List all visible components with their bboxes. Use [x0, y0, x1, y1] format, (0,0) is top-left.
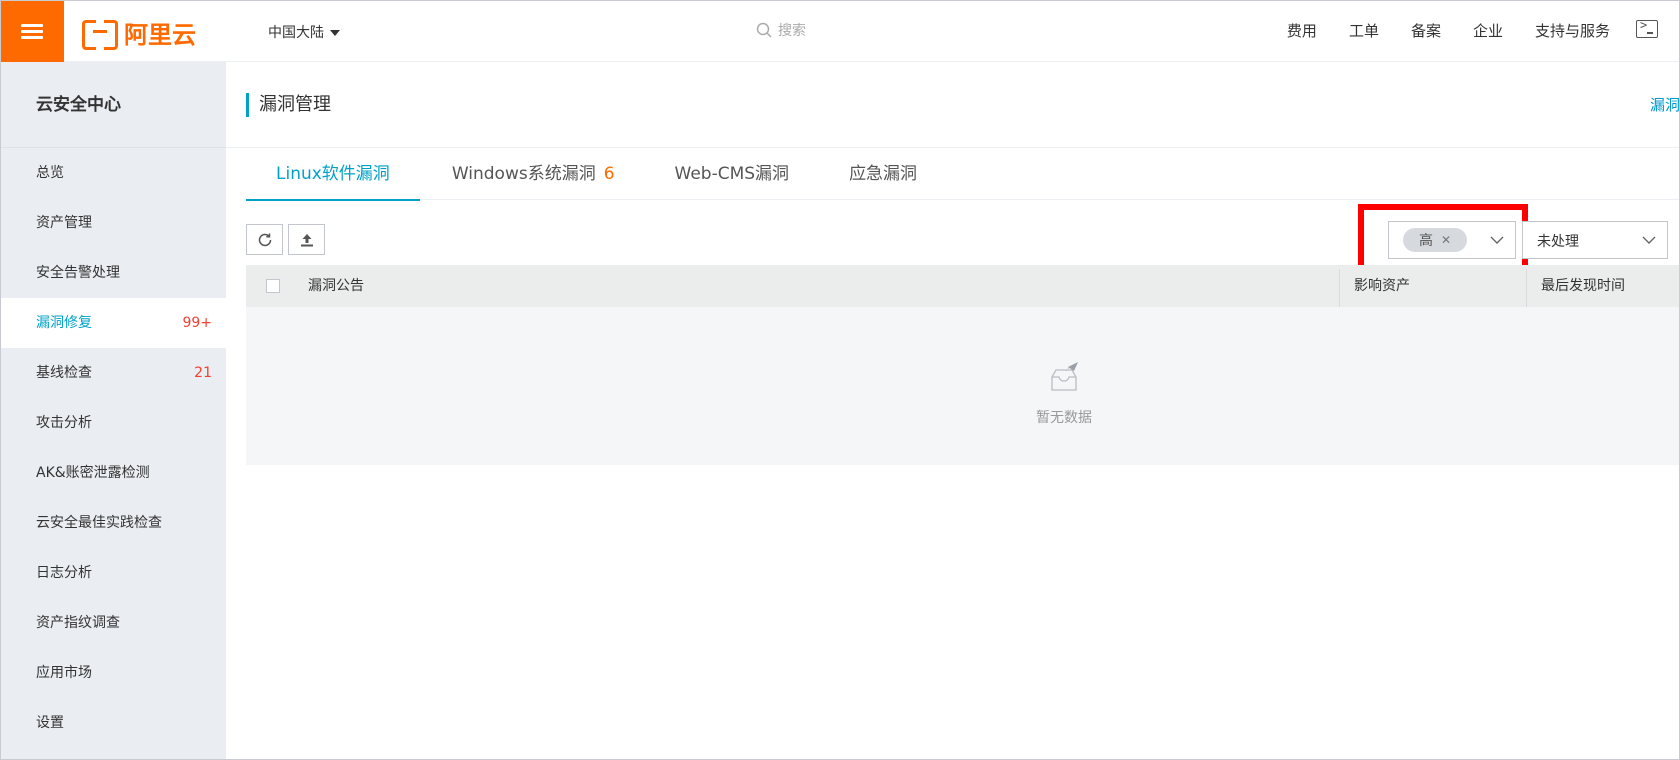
table-header: 漏洞公告 影响资产 最后发现时间 [246, 265, 1680, 307]
region-selector[interactable]: 中国大陆 [268, 22, 340, 42]
vulnerability-table: 漏洞公告 影响资产 最后发现时间 暂无数据 [246, 265, 1680, 465]
select-all-checkbox[interactable] [266, 279, 280, 293]
page-header: 漏洞管理 漏洞修 [226, 62, 1680, 148]
top-link-tickets[interactable]: 工单 [1349, 20, 1379, 41]
sidebar-item-label: 漏洞修复 [36, 315, 92, 331]
tab-label: Web-CMS漏洞 [674, 164, 790, 184]
tab-windows-vulnerabilities[interactable]: Windows系统漏洞 6 [422, 148, 645, 200]
sidebar-item-app-market[interactable]: 应用市场 [0, 648, 226, 698]
sidebar-item-asset-management[interactable]: 资产管理 [0, 198, 226, 248]
upload-icon [300, 233, 313, 246]
top-link-support[interactable]: 支持与服务 [1535, 20, 1610, 41]
main-content: 漏洞管理 漏洞修 Linux软件漏洞 Windows系统漏洞 6 Web-CMS漏… [226, 62, 1680, 760]
sidebar-item-asset-fingerprint[interactable]: 资产指纹调查 [0, 598, 226, 648]
sidebar-item-label: 云安全最佳实践检查 [36, 515, 162, 531]
sidebar-item-ak-leak-detection[interactable]: AK&账密泄露检测 [0, 448, 226, 498]
sidebar-item-settings[interactable]: 设置 [0, 698, 226, 748]
status-filter-select[interactable]: 未处理 [1522, 221, 1668, 259]
count-badge: 21 [194, 365, 212, 381]
tag-close-icon[interactable]: ✕ [1441, 233, 1451, 247]
tab-count-badge: 6 [603, 164, 615, 184]
empty-inbox-icon [1051, 362, 1078, 391]
hamburger-menu-button[interactable] [0, 0, 64, 62]
terminal-icon[interactable] [1636, 18, 1658, 38]
menu-icon [21, 21, 43, 42]
header-link[interactable]: 漏洞修 [1650, 94, 1680, 115]
sidebar-item-label: 日志分析 [36, 565, 92, 581]
severity-filter-select[interactable]: 高 ✕ [1388, 221, 1516, 259]
page-title: 漏洞管理 [246, 93, 331, 117]
top-links: 费用 工单 备案 企业 支持与服务 [1255, 20, 1610, 41]
empty-state-text: 暂无数据 [1036, 410, 1092, 426]
search-placeholder: 搜索 [778, 23, 806, 39]
search-icon [756, 22, 772, 38]
column-divider [1339, 269, 1340, 307]
severity-tag-label: 高 [1418, 233, 1433, 249]
sidebar-item-log-analysis[interactable]: 日志分析 [0, 548, 226, 598]
sidebar-item-label: 基线检查 [36, 365, 92, 381]
sidebar-item-vulnerability-fix[interactable]: 漏洞修复 99+ [0, 298, 226, 348]
sidebar-item-label: 总览 [36, 165, 64, 181]
column-divider [1526, 269, 1527, 307]
sidebar-item-label: AK&账密泄露检测 [36, 465, 150, 481]
tab-linux-vulnerabilities[interactable]: Linux软件漏洞 [246, 148, 420, 201]
chevron-down-icon [1642, 236, 1656, 244]
sidebar-item-label: 设置 [36, 715, 64, 731]
empty-state: 暂无数据 [1024, 359, 1104, 427]
caret-down-icon [330, 30, 340, 36]
tab-label: Windows系统漏洞 [451, 164, 596, 184]
tab-web-cms-vulnerabilities[interactable]: Web-CMS漏洞 [645, 148, 820, 200]
top-link-enterprise[interactable]: 企业 [1473, 20, 1503, 41]
severity-tag: 高 ✕ [1403, 228, 1467, 252]
global-search[interactable]: 搜索 [756, 20, 806, 40]
sidebar-item-label: 安全告警处理 [36, 265, 120, 281]
sidebar-item-label: 应用市场 [36, 665, 92, 681]
sidebar-item-label: 资产指纹调查 [36, 615, 120, 631]
sidebar-item-label: 攻击分析 [36, 415, 92, 431]
sidebar-item-best-practice-check[interactable]: 云安全最佳实践检查 [0, 498, 226, 548]
column-header-last-found-time: 最后发现时间 [1541, 278, 1625, 294]
export-button[interactable] [288, 224, 325, 255]
sidebar-item-attack-analysis[interactable]: 攻击分析 [0, 398, 226, 448]
tab-label: 应急漏洞 [849, 164, 918, 184]
top-link-icp-filing[interactable]: 备案 [1411, 20, 1441, 41]
column-header-advisory: 漏洞公告 [308, 278, 364, 294]
brand-name: 阿里云 [124, 20, 196, 49]
sidebar-item-label: 资产管理 [36, 215, 92, 231]
status-filter-value: 未处理 [1537, 234, 1579, 250]
aliyun-logo-mark-icon [82, 20, 118, 50]
top-navbar: 阿里云 中国大陆 搜索 费用 工单 备案 企业 支持与服务 [0, 0, 1680, 62]
sidebar: 云安全中心 总览 资产管理 安全告警处理 漏洞修复 99+ 基线检查 21 攻击分析… [0, 62, 226, 760]
tab-emergency-vulnerabilities[interactable]: 应急漏洞 [819, 148, 947, 200]
column-header-affected-assets: 影响资产 [1354, 278, 1410, 294]
sidebar-title: 云安全中心 [0, 62, 226, 148]
vulnerability-tabs: Linux软件漏洞 Windows系统漏洞 6 Web-CMS漏洞 应急漏洞 [246, 148, 1680, 201]
refresh-button[interactable] [246, 224, 283, 255]
top-link-billing[interactable]: 费用 [1287, 20, 1317, 41]
tab-label: Linux软件漏洞 [276, 164, 390, 184]
sidebar-item-baseline-check[interactable]: 基线检查 21 [0, 348, 226, 398]
table-body: 暂无数据 [246, 307, 1680, 465]
refresh-icon [258, 233, 271, 246]
region-label: 中国大陆 [268, 25, 324, 41]
sidebar-item-security-alerts[interactable]: 安全告警处理 [0, 248, 226, 298]
sidebar-item-overview[interactable]: 总览 [0, 148, 226, 198]
aliyun-logo[interactable]: 阿里云 [82, 18, 196, 50]
count-badge: 99+ [182, 315, 212, 331]
chevron-down-icon [1490, 236, 1504, 244]
